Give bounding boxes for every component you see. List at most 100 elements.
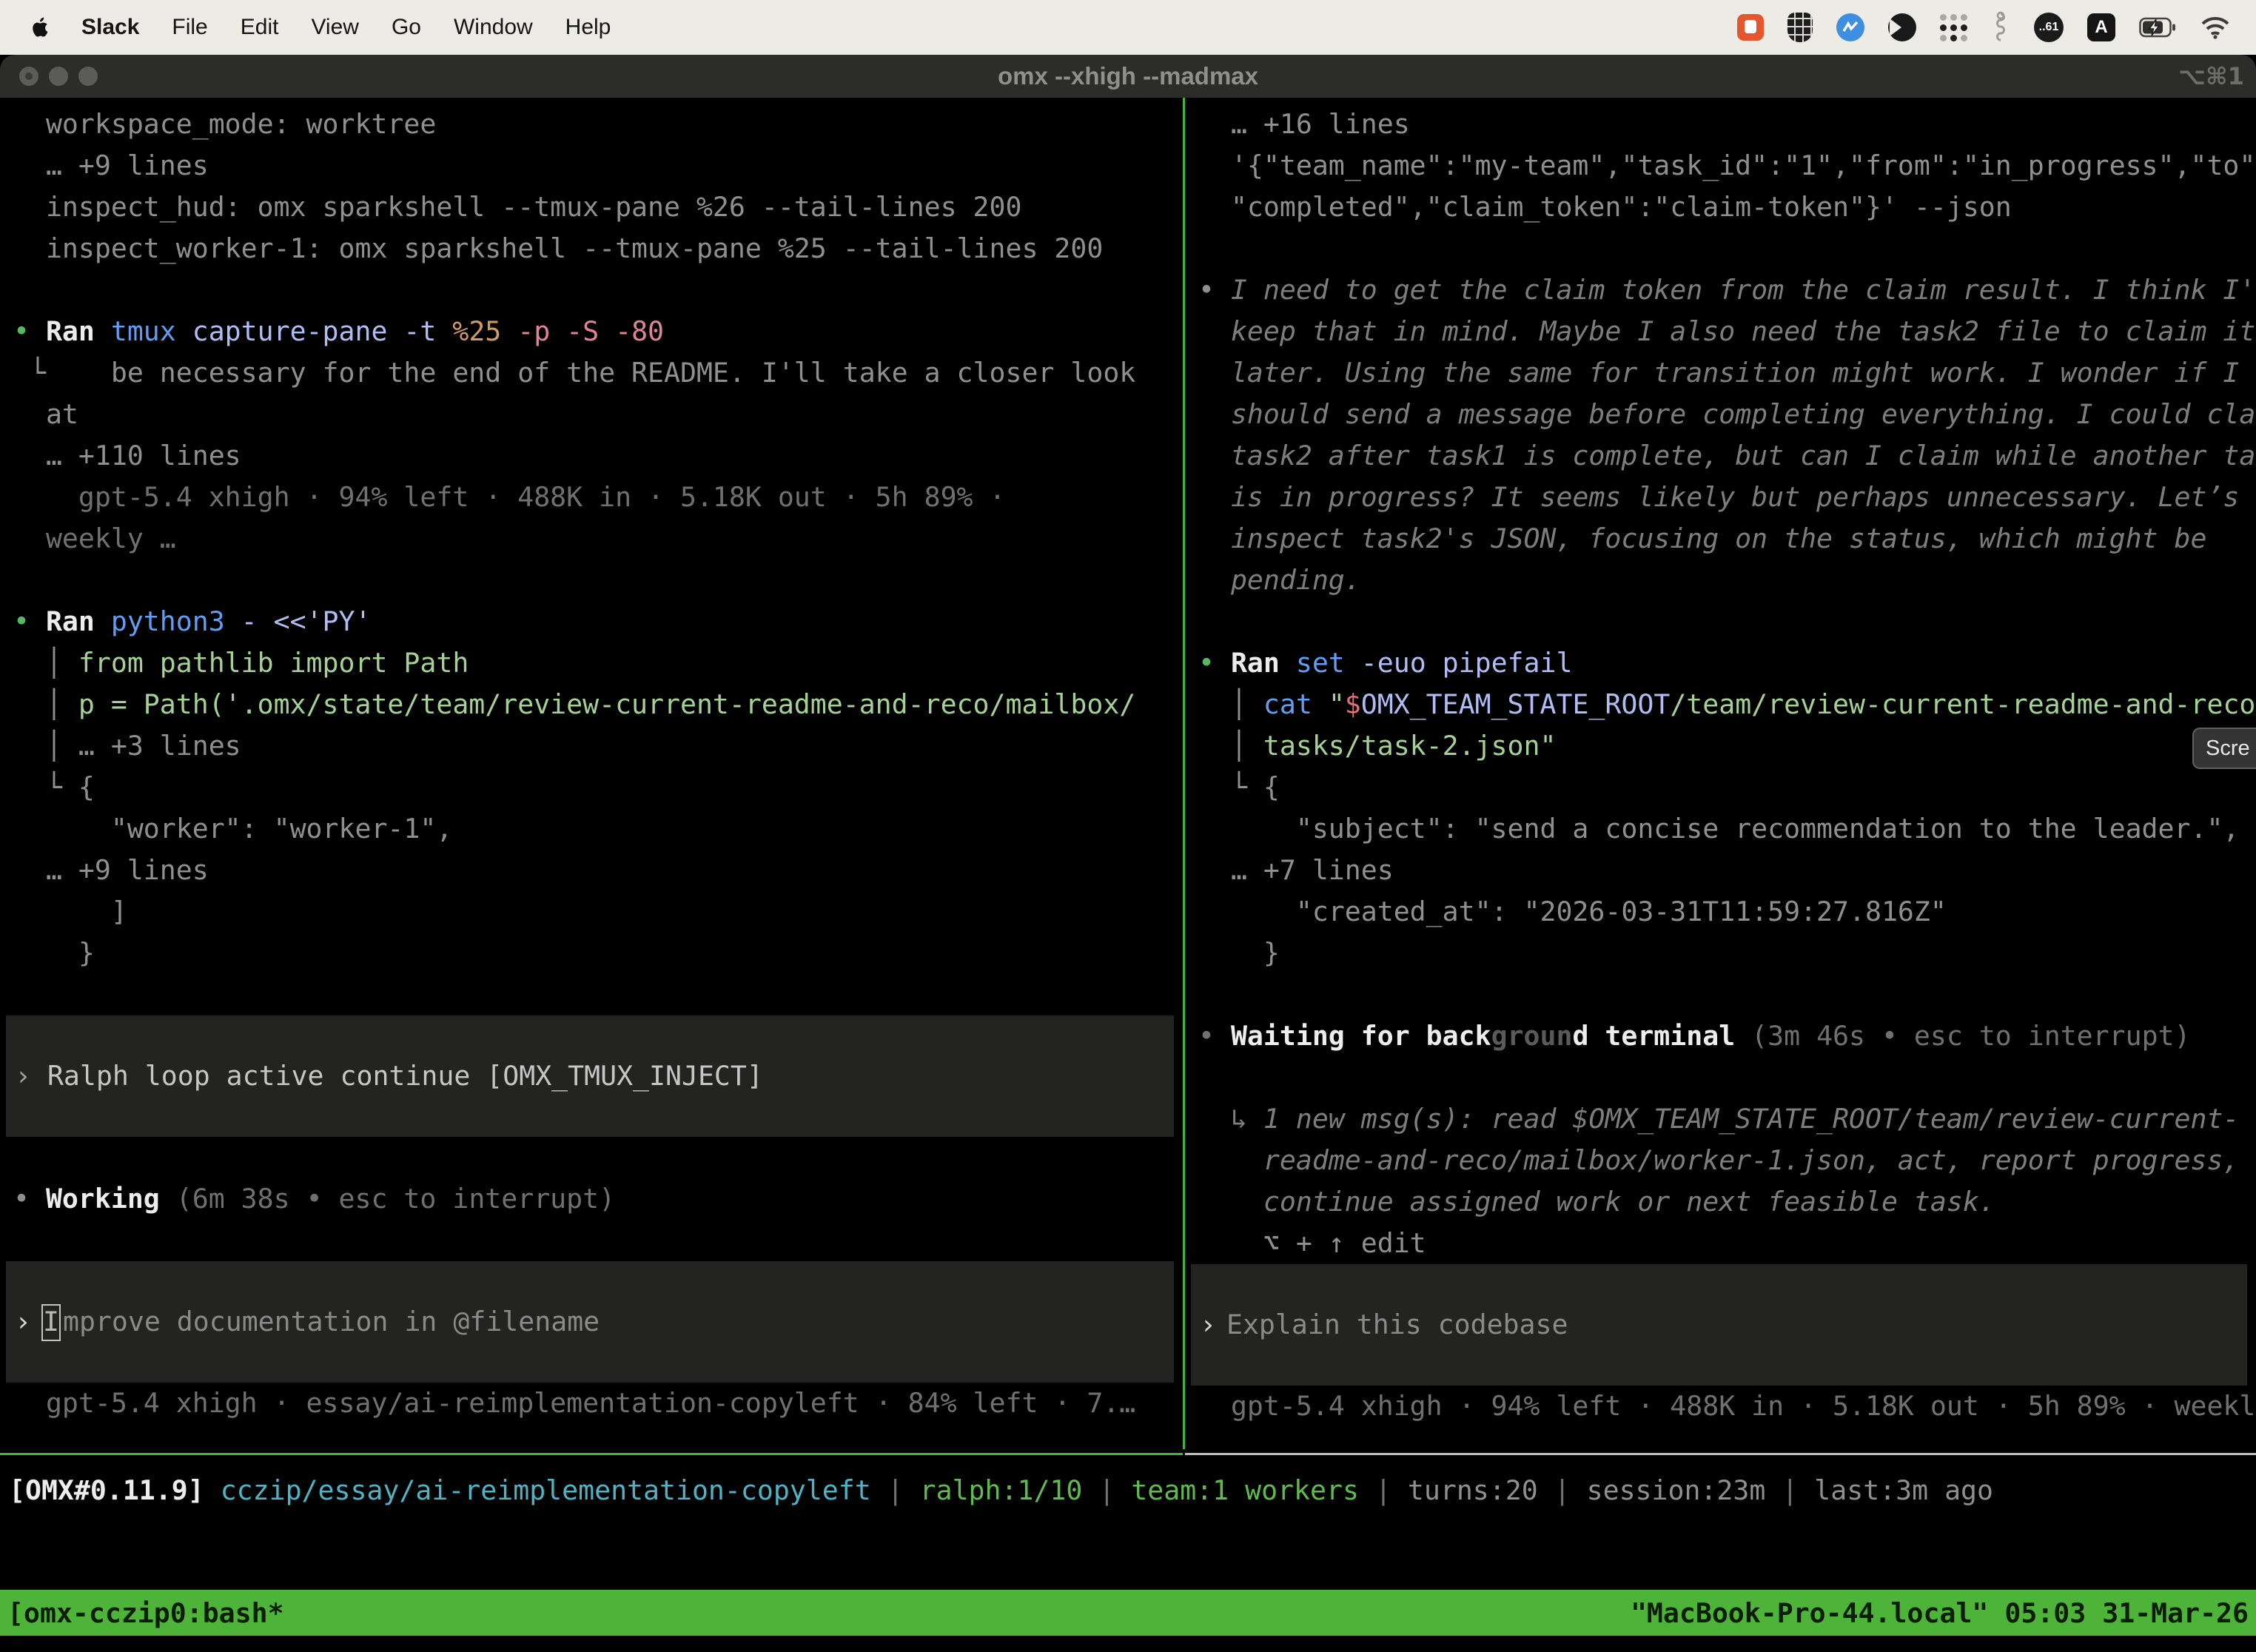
omx-status-line: [OMX#0.11.9] cczip/essay/ai-reimplementa…: [9, 1470, 1993, 1511]
terminal-line: at: [0, 394, 1183, 435]
terminal-line: '{"team_name":"my-team","task_id":"1","f…: [1185, 145, 2256, 187]
menu-item-edit[interactable]: Edit: [241, 15, 279, 40]
right-prompt-input[interactable]: › Explain this codebase: [1191, 1264, 2247, 1386]
terminal-line: … +16 lines: [1185, 104, 2256, 145]
terminal-line: gpt-5.4 xhigh · essay/ai-reimplementatio…: [0, 1383, 1183, 1424]
tmux-host-clock-label: "MacBook-Pro-44.local" 05:03 31-Mar-26: [1631, 1597, 2249, 1629]
terminal-line: … +7 lines: [1185, 850, 2256, 891]
terminal-line: [1185, 228, 2256, 269]
menu-item-go[interactable]: Go: [392, 15, 421, 40]
terminal-line: └ be necessary for the end of the README…: [0, 352, 1183, 394]
terminal-line: inspect_worker-1: omx sparkshell --tmux-…: [0, 228, 1183, 269]
menu-item-help[interactable]: Help: [565, 15, 611, 40]
terminal-line: "completed","claim_token":"claim-token"}…: [1185, 187, 2256, 228]
keychain-icon[interactable]: [1991, 11, 2010, 44]
terminal-line: • Ran set -euo pipefail: [1185, 642, 2256, 684]
left-prompt-input[interactable]: › Improve documentation in @filename: [6, 1261, 1174, 1383]
window-title-bar: omx --xhigh --madmax ⌥⌘1: [0, 55, 2256, 98]
menu-item-view[interactable]: View: [311, 15, 358, 40]
terminal-line: [0, 269, 1183, 311]
terminal-line: gpt-5.4 xhigh · 94% left · 488K in · 5.1…: [0, 477, 1183, 518]
terminal-line: later. Using the same for transition mig…: [1185, 352, 2256, 394]
terminal-line: … +9 lines: [0, 850, 1183, 891]
terminal-line: [0, 560, 1183, 601]
terminal-line: should send a message before completing …: [1185, 394, 2256, 435]
prompt-line: › Explain this codebase: [1200, 1304, 1568, 1346]
terminal-line: │ from pathlib import Path: [0, 642, 1183, 684]
terminal-line: }: [1185, 933, 2256, 974]
right-terminal-pane[interactable]: … +16 lines '{"team_name":"my-team","tas…: [1185, 98, 2256, 1455]
prompt-chevron-icon: ›: [15, 1306, 31, 1337]
badge-61-icon[interactable]: ..61: [2034, 13, 2064, 42]
terminal-line: inspect task2's JSON, focusing on the st…: [1185, 518, 2256, 560]
screenshot-chat-icon[interactable]: [1737, 14, 1764, 41]
terminal-line: └ {: [0, 767, 1183, 808]
messages-badge-icon[interactable]: [1836, 13, 1864, 41]
terminal-line: • Ran python3 - <<'PY': [0, 601, 1183, 642]
prompt-chevron-icon: ›: [1200, 1309, 1216, 1340]
dots-grid-icon[interactable]: [1940, 14, 1967, 41]
left-model-status-line: gpt-5.4 xhigh · essay/ai-reimplementatio…: [0, 1383, 1183, 1424]
prompt-placeholder-text: Explain this codebase: [1226, 1309, 1568, 1340]
terminal-line: • Ran tmux capture-pane -t %25 -p -S -80: [0, 311, 1183, 352]
desktop: Slack File Edit View Go Window Help ..61: [0, 0, 2256, 1652]
terminal-line: … +9 lines: [0, 145, 1183, 187]
terminal-line: "created_at": "2026-03-31T11:59:27.816Z": [1185, 891, 2256, 933]
battery-icon[interactable]: [2139, 17, 2176, 38]
tmux-session-label: [omx-cczip0:bash*: [7, 1597, 284, 1629]
menu-bar-left: Slack File Edit View Go Window Help: [0, 15, 611, 40]
menu-item-window[interactable]: Window: [454, 15, 533, 40]
terminal-line: • I need to get the claim token from the…: [1185, 269, 2256, 311]
terminal-line: continue assigned work or next feasible …: [1185, 1181, 2256, 1223]
scrollback-top: workspace_mode: worktree … +9 lines insp…: [0, 104, 1183, 974]
text-cursor: I: [41, 1304, 61, 1341]
left-terminal-pane[interactable]: workspace_mode: worktree … +9 lines insp…: [0, 98, 1183, 1455]
terminal-line: ]: [0, 891, 1183, 933]
terminal-line: [1185, 974, 2256, 1015]
terminal-line: pending.: [1185, 560, 2256, 601]
input-source-icon[interactable]: A: [2087, 13, 2115, 41]
terminal-line: gpt-5.4 xhigh · 94% left · 488K in · 5.1…: [1185, 1386, 2256, 1427]
terminal-line: inspect_hud: omx sparkshell --tmux-pane …: [0, 187, 1183, 228]
tmux-status-bar: [omx-cczip0:bash* "MacBook-Pro-44.local"…: [0, 1590, 2256, 1636]
window-shortcut-hint: ⌥⌘1: [2178, 55, 2244, 98]
terminal-window: omx --xhigh --madmax ⌥⌘1 workspace_mode:…: [0, 55, 2256, 1652]
wifi-icon[interactable]: [2200, 16, 2231, 39]
terminal-line: │ … +3 lines: [0, 725, 1183, 767]
terminal-line: }: [0, 933, 1183, 974]
terminal-line: │ tasks/task-2.json": [1185, 725, 2256, 767]
terminal-line: task2 after task1 is complete, but can I…: [1185, 435, 2256, 477]
terminal-line: └ {: [1185, 767, 2256, 808]
prompt-line: › Improve documentation in @filename: [15, 1301, 600, 1343]
terminal-line: • Working (6m 38s • esc to interrupt): [0, 1178, 1183, 1220]
menu-item-file[interactable]: File: [172, 15, 207, 40]
terminal-line: weekly …: [0, 518, 1183, 560]
window-title: omx --xhigh --madmax: [0, 55, 2256, 98]
screenshot-tooltip: Scre: [2192, 728, 2256, 769]
terminal-line: › Ralph loop active continue [OMX_TMUX_I…: [15, 1055, 763, 1097]
menu-bar-status-tray: ..61 A: [1737, 11, 2256, 44]
dark-disc-icon[interactable]: [1888, 13, 1916, 41]
terminal-line: ↳ 1 new msg(s): read $OMX_TEAM_STATE_ROO…: [1185, 1098, 2256, 1140]
ralph-loop-banner: › Ralph loop active continue [OMX_TMUX_I…: [6, 1015, 1174, 1137]
terminal-line: is in progress? It seems likely but perh…: [1185, 477, 2256, 518]
terminal-line: │ cat "$OMX_TEAM_STATE_ROOT/team/review-…: [1185, 684, 2256, 725]
menu-app-name[interactable]: Slack: [81, 15, 139, 40]
menu-bar: Slack File Edit View Go Window Help ..61: [0, 0, 2256, 55]
terminal-line: [1185, 601, 2256, 642]
prompt-placeholder-text: mprove documentation in @filename: [63, 1306, 600, 1337]
apple-menu-icon[interactable]: [30, 16, 49, 38]
terminal-line: "subject": "send a concise recommendatio…: [1185, 808, 2256, 850]
terminal-line: ⌥ + ↑ edit: [1185, 1223, 2256, 1264]
right-model-status-line: gpt-5.4 xhigh · 94% left · 488K in · 5.1…: [1185, 1386, 2256, 1427]
terminal-line: readme-and-reco/mailbox/worker-1.json, a…: [1185, 1140, 2256, 1181]
shield-grid-icon[interactable]: [1787, 13, 1813, 42]
terminal-line: [1185, 1057, 2256, 1098]
terminal-line: │ p = Path('.omx/state/team/review-curre…: [0, 684, 1183, 725]
terminal-line: … +110 lines: [0, 435, 1183, 477]
terminal-line: "worker": "worker-1",: [0, 808, 1183, 850]
working-status-line: • Working (6m 38s • esc to interrupt): [0, 1178, 1183, 1220]
scrollback-top: … +16 lines '{"team_name":"my-team","tas…: [1185, 104, 2256, 1264]
terminal-line: workspace_mode: worktree: [0, 104, 1183, 145]
terminal-line: keep that in mind. Maybe I also need the…: [1185, 311, 2256, 352]
